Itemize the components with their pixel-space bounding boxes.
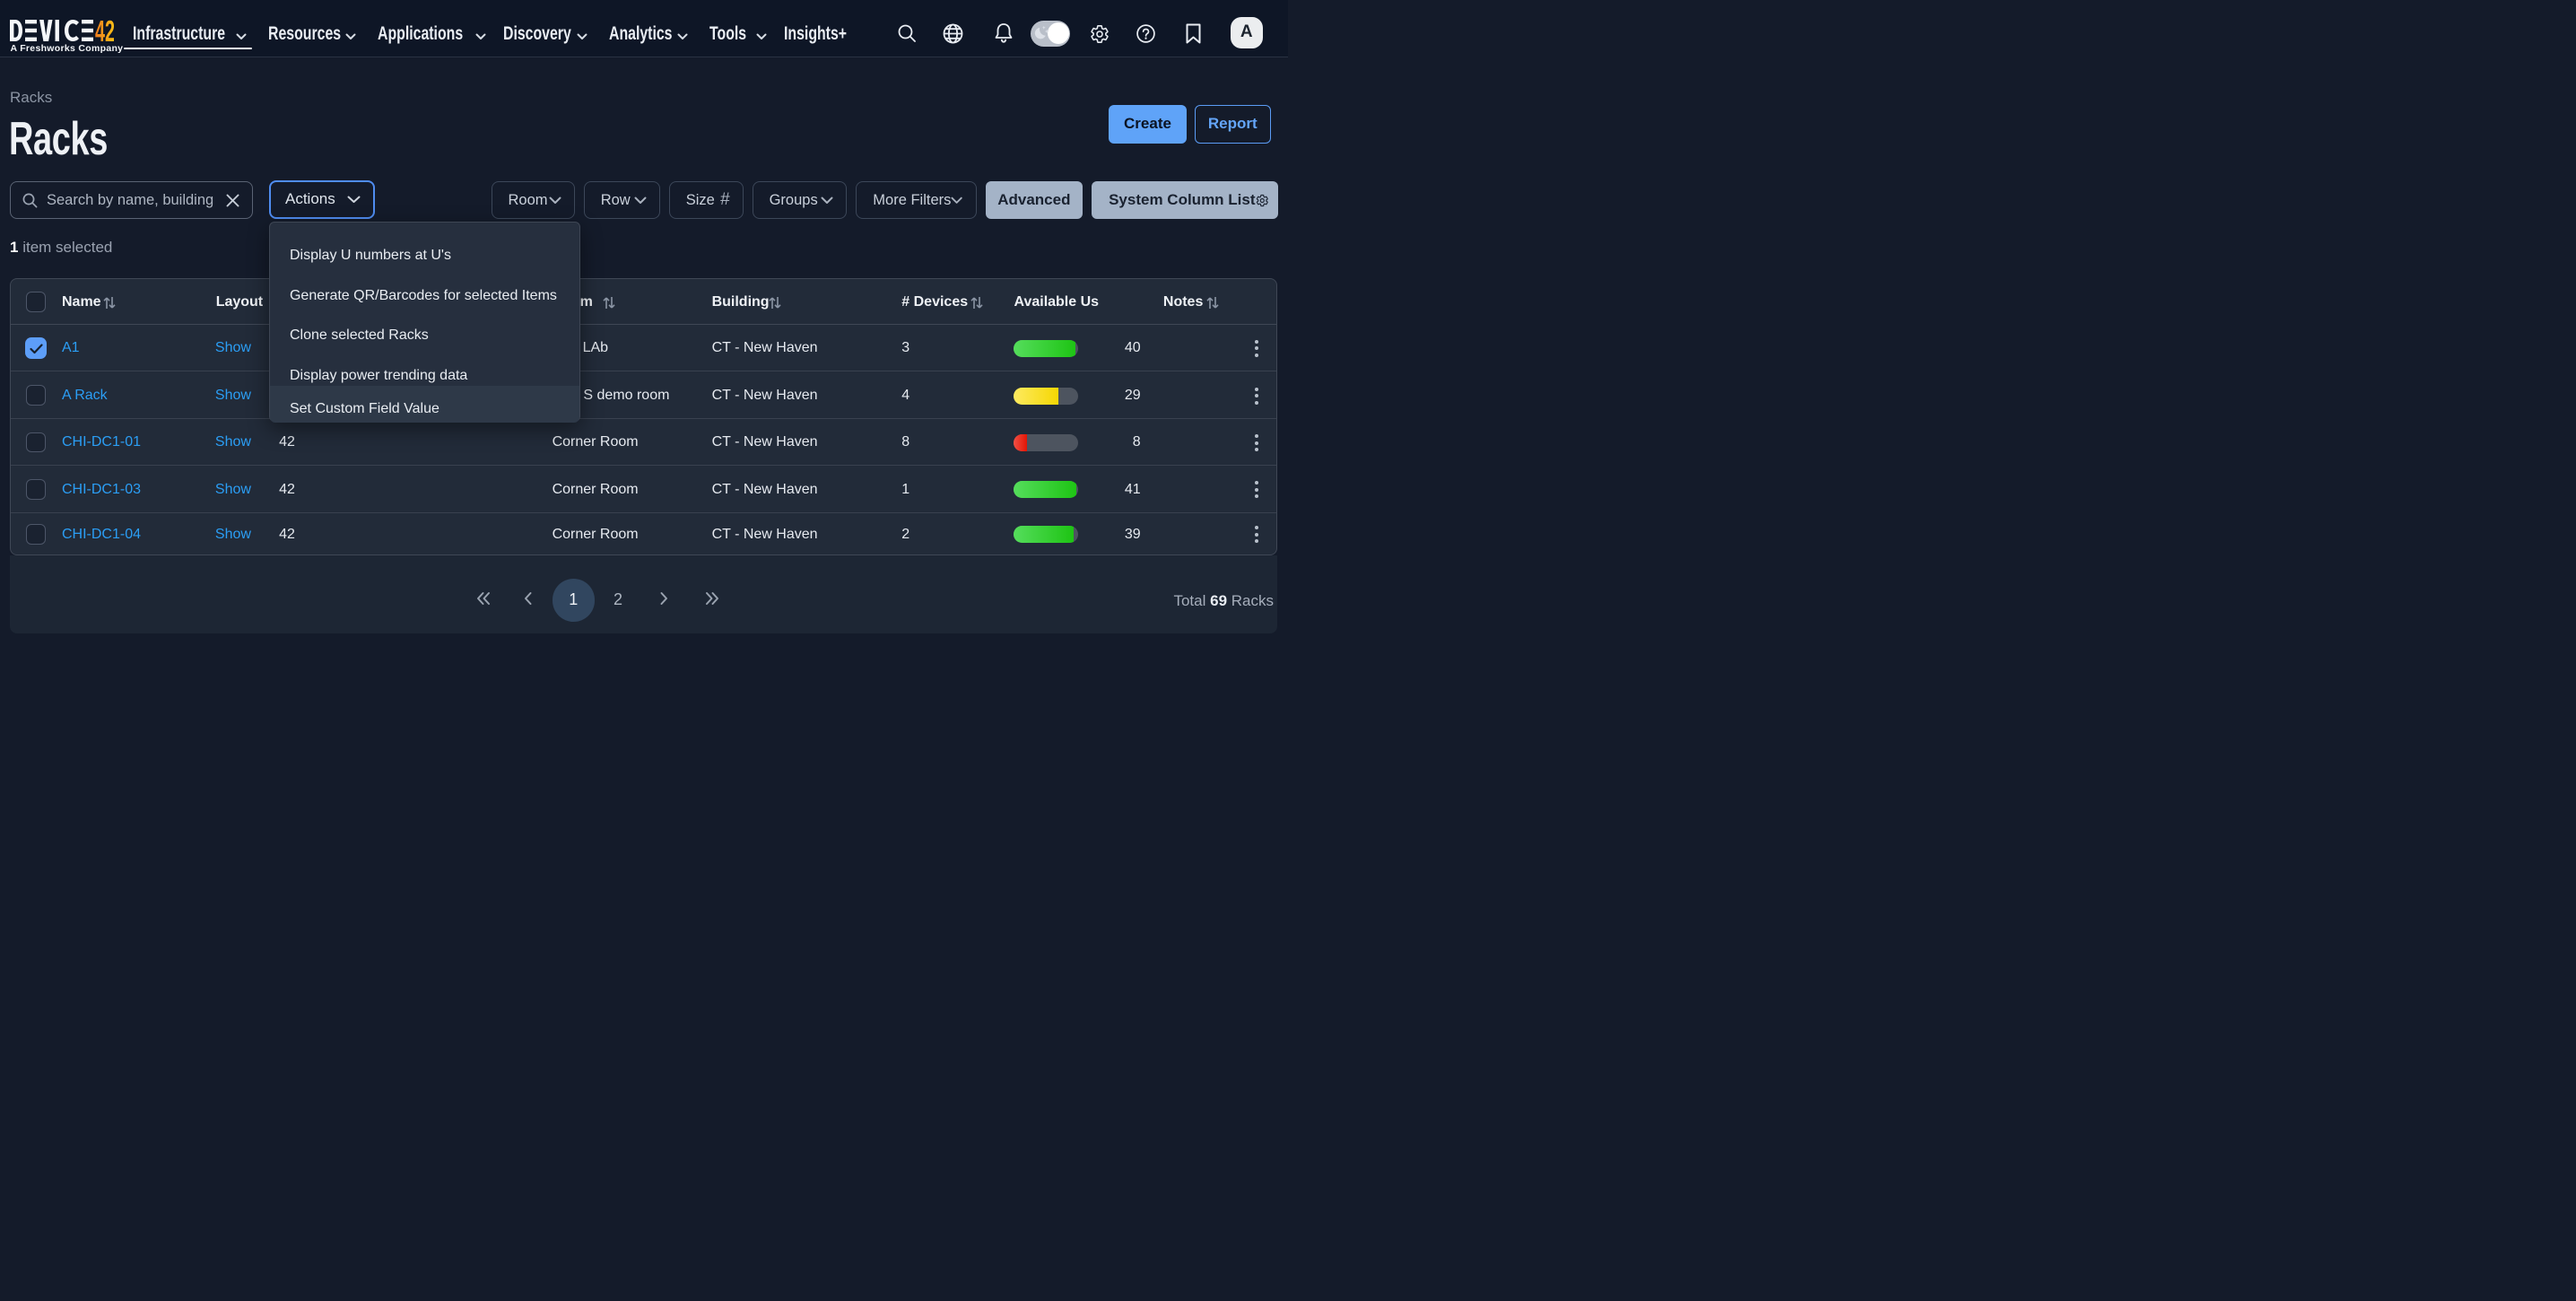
svg-text:42: 42	[95, 20, 114, 41]
